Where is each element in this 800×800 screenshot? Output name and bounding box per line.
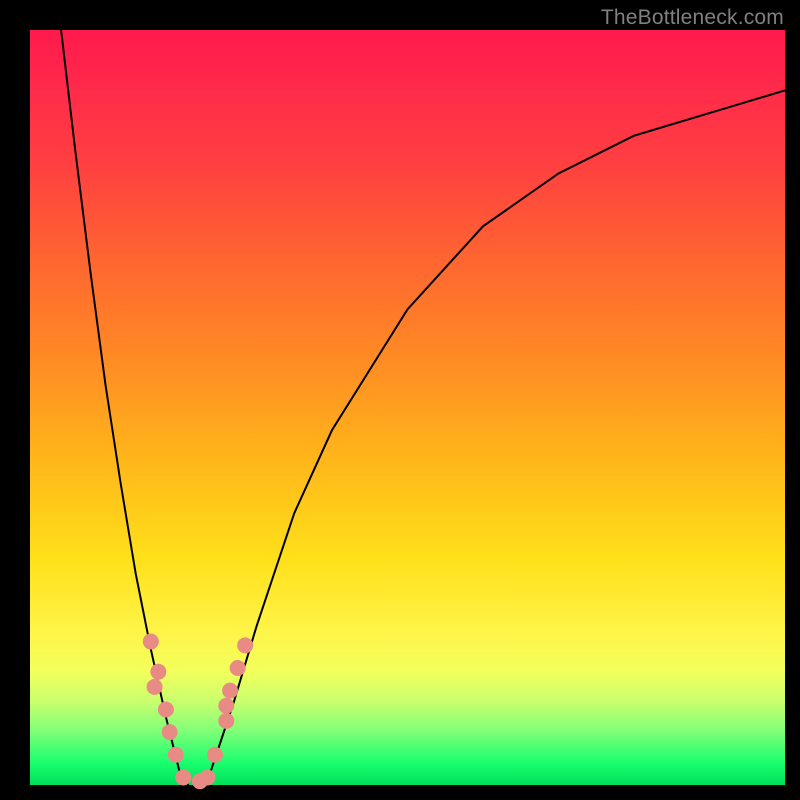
data-marker (207, 747, 223, 763)
data-marker (158, 702, 174, 718)
data-marker (175, 769, 191, 785)
data-marker (147, 679, 163, 695)
data-marker (237, 637, 253, 653)
curve-right-branch (204, 90, 785, 785)
data-marker (199, 769, 215, 785)
data-marker (218, 713, 234, 729)
data-marker (168, 747, 184, 763)
data-marker (162, 724, 178, 740)
data-marker (150, 664, 166, 680)
chart-svg (30, 30, 785, 785)
data-marker (143, 634, 159, 650)
chart-frame: TheBottleneck.com (0, 0, 800, 800)
curve-left-branch (60, 22, 188, 785)
data-marker (230, 660, 246, 676)
data-marker (222, 683, 238, 699)
data-marker (218, 698, 234, 714)
watermark-text: TheBottleneck.com (601, 6, 784, 30)
data-markers (143, 634, 253, 790)
